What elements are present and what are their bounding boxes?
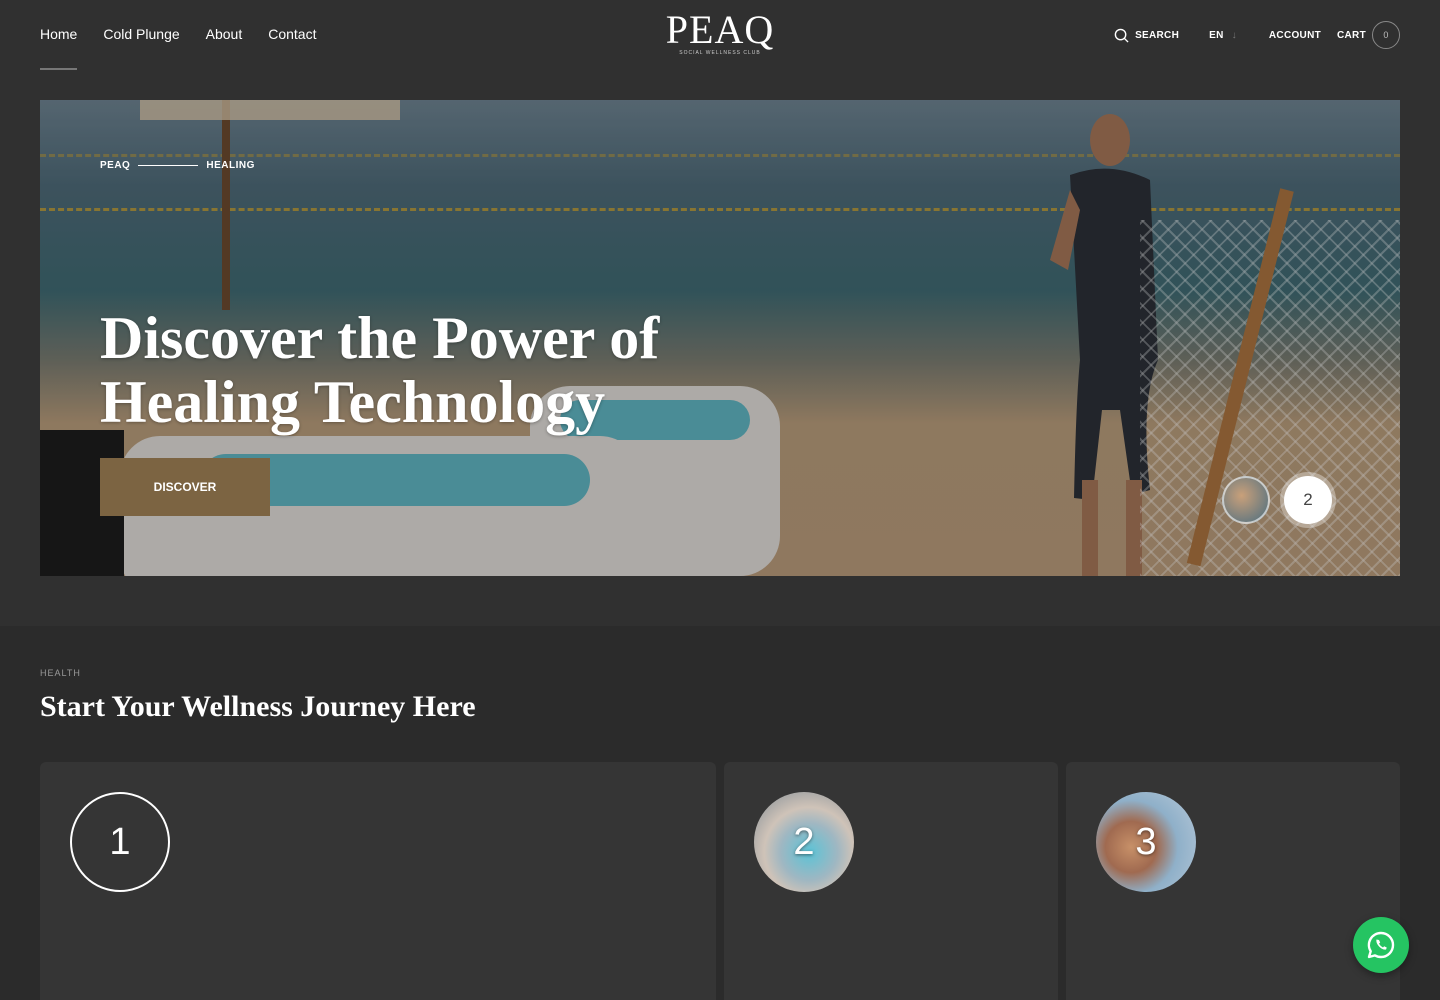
account-link[interactable]: ACCOUNT — [1269, 30, 1321, 41]
search-button[interactable]: SEARCH — [1114, 28, 1179, 43]
hero-banner: PEAQ HEALING Discover the Power of Heali… — [40, 100, 1400, 576]
step-image-3: 3 — [1096, 792, 1196, 892]
site-header: Home Cold Plunge About Contact PEAQ SOCI… — [0, 0, 1440, 100]
arrow-down-icon: ↓ — [1231, 29, 1237, 41]
hero-title: Discover the Power of Healing Technology — [100, 305, 660, 435]
breadcrumb-healing: HEALING — [206, 160, 255, 171]
step-number-3: 3 — [1135, 820, 1157, 863]
journey-card-1[interactable]: 1 — [40, 762, 716, 1000]
cart-button[interactable]: CART 0 — [1337, 21, 1400, 49]
search-label: SEARCH — [1135, 29, 1180, 41]
language-label: EN — [1209, 29, 1224, 41]
section-title: Start Your Wellness Journey Here — [40, 690, 476, 723]
step-number-1: 1 — [70, 792, 170, 892]
whatsapp-icon — [1367, 931, 1395, 959]
header-utilities: SEARCH EN ↓ ACCOUNT CART 0 — [1114, 20, 1400, 50]
step-number-2: 2 — [793, 820, 815, 863]
journey-card-3[interactable]: 3 — [1066, 762, 1400, 1000]
section-eyebrow: HEALTH — [40, 668, 81, 678]
breadcrumb-peaq[interactable]: PEAQ — [100, 160, 130, 171]
hero-section: PEAQ HEALING Discover the Power of Heali… — [0, 100, 1440, 626]
language-selector[interactable]: EN ↓ — [1209, 30, 1237, 41]
step-image-2: 2 — [754, 792, 854, 892]
discover-button[interactable]: DISCOVER — [100, 458, 270, 516]
slide-thumbnail[interactable] — [1222, 476, 1270, 524]
cart-count-badge: 0 — [1372, 21, 1400, 49]
whatsapp-chat-button[interactable] — [1353, 917, 1409, 973]
slide-number-indicator[interactable]: 2 — [1284, 476, 1332, 524]
cart-label: CART — [1337, 29, 1366, 41]
journey-card-2[interactable]: 2 — [724, 762, 1058, 1000]
breadcrumb-divider — [138, 165, 199, 166]
logo-tagline: SOCIAL WELLNESS CLUB — [679, 50, 761, 56]
search-icon — [1114, 28, 1129, 43]
breadcrumb: PEAQ HEALING — [100, 160, 255, 171]
